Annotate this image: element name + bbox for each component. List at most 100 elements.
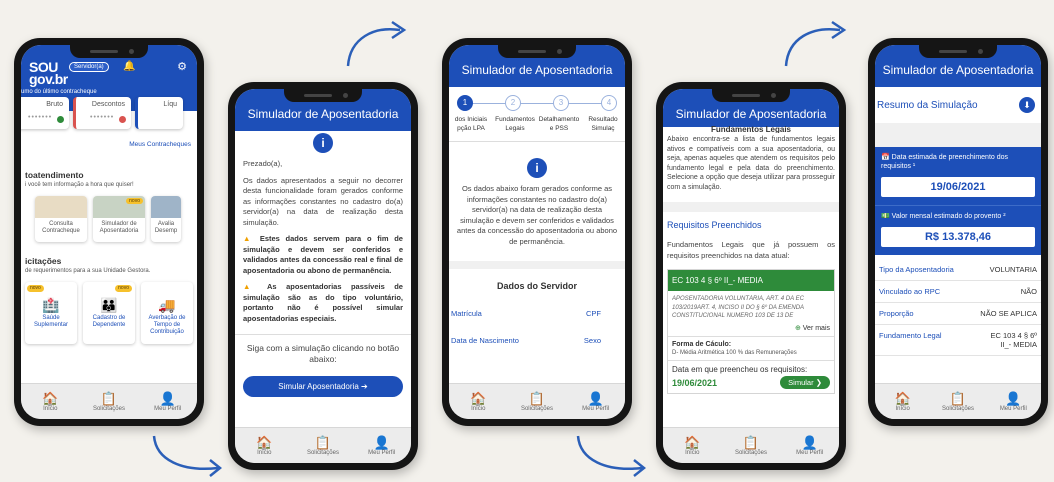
curved-arrow-icon xyxy=(152,435,223,477)
user-icon: 👤 xyxy=(159,390,176,406)
tile-evaluation[interactable]: Avalia Desemp xyxy=(151,196,181,242)
tab-requests[interactable]: 📋 Solicitações xyxy=(294,434,352,456)
summary-row: Fundamento Legal EC 103 4 § 6º II_- MEDI… xyxy=(875,325,1041,356)
see-more-link[interactable]: ⊕ Ver mais xyxy=(672,324,830,332)
new-badge: novo xyxy=(27,285,44,292)
server-data-title: Dados do Servidor xyxy=(496,281,577,291)
profile-selector[interactable]: Servidor(a) xyxy=(69,62,109,72)
net-card[interactable]: Líqu xyxy=(135,97,183,129)
home-icon: 🏠 xyxy=(894,390,911,406)
self-service-tiles: Consulta Contracheque novo Simulador de … xyxy=(25,196,197,242)
gear-icon[interactable]: ⚙ xyxy=(177,60,187,73)
tile-retirement-simulator[interactable]: novo Simulador de Aposentadoria xyxy=(93,196,145,242)
tab-requests[interactable]: 📋 Solicitações xyxy=(80,391,138,412)
voluntary-warning: ▲ As aposentadorias passíveis de simulaç… xyxy=(243,282,403,323)
step-4[interactable]: 4 xyxy=(601,95,617,111)
calc-value: D- Média Aritmética 100 % das Remuneraçõ… xyxy=(672,350,797,356)
my-payslips-link[interactable]: Meus Contracheques xyxy=(21,129,197,148)
simulate-retirement-button[interactable]: Simular Aposentadoria ➔ xyxy=(243,376,403,397)
phone-intro: Simulador de Aposentadoria i Prezado(a),… xyxy=(228,82,418,470)
tab-profile[interactable]: 👤 Meu Perfil xyxy=(567,390,625,412)
clipboard-icon: 📋 xyxy=(528,390,546,406)
tile-dependent[interactable]: novo 👪 Cadastro de Dependente xyxy=(83,282,135,344)
tab-home[interactable]: 🏠 Início xyxy=(235,435,293,456)
tab-requests[interactable]: 📋 Solicitações xyxy=(931,391,986,412)
step-3[interactable]: 3 xyxy=(553,95,569,111)
plus-circle-icon: ⊕ xyxy=(794,325,801,332)
curved-arrow-icon xyxy=(576,435,647,477)
summary-row: Proporção NÃO SE APLICA xyxy=(875,303,1041,325)
requirements-title: Requisitos Preenchidos xyxy=(667,220,762,230)
legal-basis-intro: Abaixo encontra-se a lista de fundamento… xyxy=(667,136,835,191)
tab-home[interactable]: 🏠 Início xyxy=(875,390,930,412)
calendar-icon: 📅 xyxy=(881,154,890,161)
tab-home[interactable]: 🏠 Início xyxy=(21,390,79,412)
calc-label: Forma de Cáculo: xyxy=(672,341,732,348)
arrow-right-icon: ➔ xyxy=(361,382,368,391)
tab-home[interactable]: 🏠 Início xyxy=(663,434,721,456)
summary-label: umo do último contracheque xyxy=(21,89,97,95)
home-icon: 🏠 xyxy=(470,390,487,406)
bell-icon[interactable]: 🔔 xyxy=(123,61,135,72)
home-icon: 🏠 xyxy=(42,390,59,406)
tab-profile[interactable]: 👤 Meu Perfil xyxy=(139,390,197,412)
tab-profile[interactable]: 👤 Meu Perfil xyxy=(986,390,1041,412)
date-label: Data em que preencheu os requisitos: xyxy=(672,365,808,374)
phone-home: SOU gov.br Servidor(a) 🔔 ⚙ umo do último… xyxy=(14,38,204,426)
clipboard-icon: 📋 xyxy=(742,434,760,450)
field-label-cpf: CPF xyxy=(586,309,601,318)
stepper: 1 2 3 4 xyxy=(449,87,625,111)
estimated-value-block: 💵 Valor mensal estimado do provento ² R$… xyxy=(875,205,1041,255)
legal-basis-title: EC 103 4 § 6º II_- MEDIA xyxy=(668,270,834,291)
family-icon: 👪 xyxy=(100,297,118,313)
home-icon: 🏠 xyxy=(684,434,701,450)
phone-legal-basis: Simulador de Aposentadoria Fundamentos L… xyxy=(656,82,846,470)
info-icon: i xyxy=(313,133,333,153)
self-service-subtitle: i você tem informação a hora que quiser! xyxy=(25,182,134,188)
hospital-icon: 🏥 xyxy=(42,297,60,313)
date-value: 19/06/2021 xyxy=(672,377,718,388)
requests-title: icitações xyxy=(25,256,62,266)
tab-profile[interactable]: 👤 Meu Perfil xyxy=(353,435,411,456)
tile-payslip[interactable]: Consulta Contracheque xyxy=(35,196,87,242)
tab-home[interactable]: 🏠 Início xyxy=(449,390,507,412)
user-icon: 👤 xyxy=(1005,390,1022,406)
truck-icon: 🚚 xyxy=(158,297,176,313)
phone-summary: Simulador de Aposentadoria Resumo da Sim… xyxy=(868,38,1048,426)
payslip-cards: Bruto ••••••• Descontos ••••••• Líqu xyxy=(21,97,197,129)
step-1[interactable]: 1 xyxy=(457,95,473,111)
simulate-button[interactable]: Simular ❯ xyxy=(780,376,830,389)
curved-arrow-icon xyxy=(784,20,847,67)
step-2[interactable]: 2 xyxy=(505,95,521,111)
legal-basis-card[interactable]: EC 103 4 § 6º II_- MEDIA APOSENTADORIA V… xyxy=(667,269,835,394)
intro-paragraph: Os dados apresentados a seguir no decorr… xyxy=(243,175,403,227)
deductions-card[interactable]: Descontos ••••••• xyxy=(73,97,131,129)
gross-card[interactable]: Bruto ••••••• xyxy=(21,97,69,129)
greeting: Prezado(a), xyxy=(243,159,283,168)
tab-profile[interactable]: 👤 Meu Perfil xyxy=(781,435,839,456)
summary-row: Tipo da Aposentadoria VOLUNTARIA xyxy=(875,259,1041,281)
estimated-value: R$ 13.378,46 xyxy=(881,227,1035,247)
download-icon[interactable]: ⬇ xyxy=(1019,97,1035,113)
self-service-title: toatendimento xyxy=(25,170,84,180)
clipboard-icon: 📋 xyxy=(314,434,332,450)
tile-health[interactable]: novo 🏥 Saúde Suplementar xyxy=(25,282,77,344)
estimated-date-block: 📅 Data estimada de preenchimento dos req… xyxy=(875,147,1041,205)
minus-icon xyxy=(119,116,126,123)
field-label-birthdate: Data de Nascimento xyxy=(451,336,519,345)
continue-text: Siga com a simulação clicando no botão a… xyxy=(246,343,400,364)
warning-icon: ▲ xyxy=(243,282,258,291)
app-logo: SOU gov.br xyxy=(29,59,68,87)
money-icon: 💵 xyxy=(881,213,890,220)
tab-requests[interactable]: 📋 Solicitações xyxy=(722,434,780,456)
tab-bar: 🏠 Início 📋 Solicitações 👤 Meu Perfil xyxy=(449,383,625,419)
plus-icon xyxy=(57,116,64,123)
info-text: Os dados abaixo foram gerados conforme a… xyxy=(456,184,618,246)
tab-requests[interactable]: 📋 Solicitações xyxy=(508,390,566,412)
tile-contribution-time[interactable]: 🚚 Averbação de Tempo de Contribuição xyxy=(141,282,193,344)
field-label-sex: Sexo xyxy=(583,336,601,345)
user-icon: 👤 xyxy=(587,390,604,406)
phone-initial-data: Simulador de Aposentadoria 1 2 3 4 dos I… xyxy=(442,38,632,426)
new-badge: novo xyxy=(115,285,132,292)
summary-row: Vinculado ao RPC NÃO xyxy=(875,281,1041,303)
